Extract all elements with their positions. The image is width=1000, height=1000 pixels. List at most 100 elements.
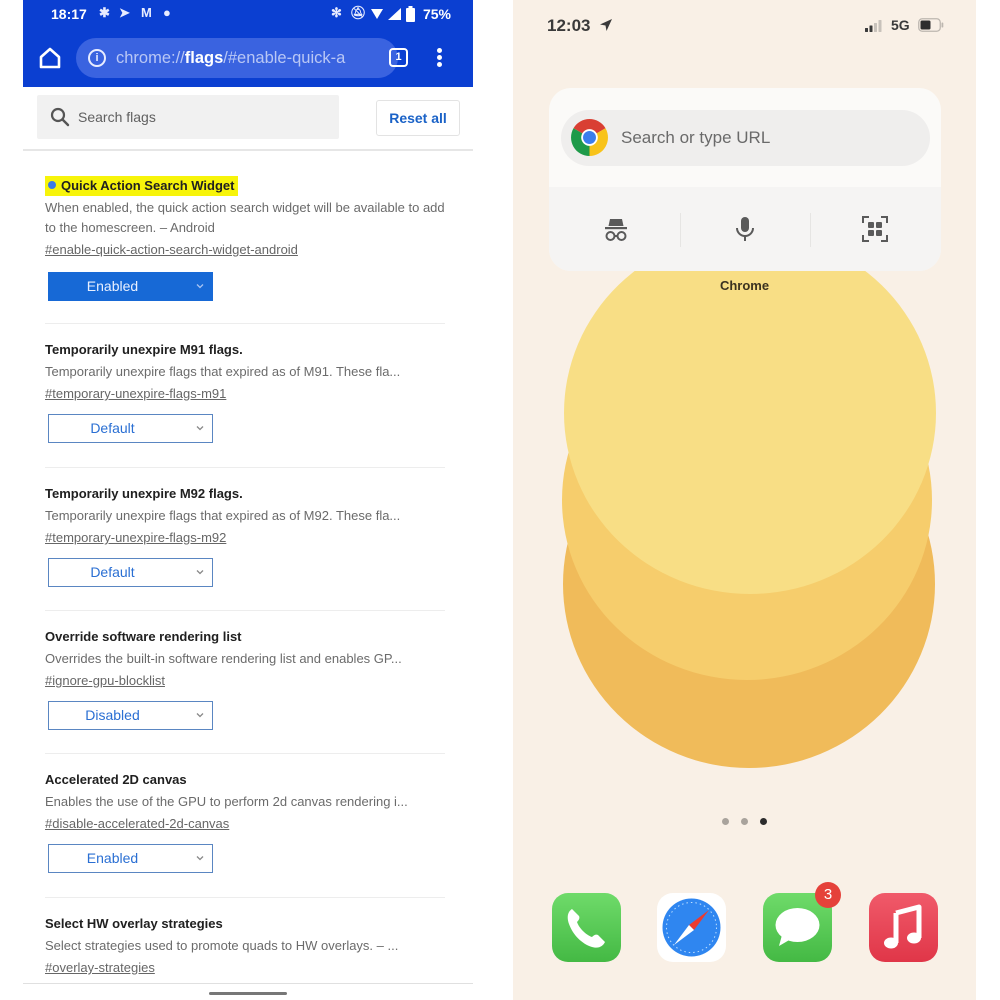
incognito-button[interactable] — [551, 187, 681, 271]
flag-title: Temporarily unexpire M92 flags. — [45, 486, 243, 501]
flag-title: Accelerated 2D canvas — [45, 772, 187, 787]
tab-switcher-button[interactable]: 1 — [389, 48, 408, 67]
network-type: 5G — [891, 17, 910, 33]
incognito-icon — [605, 219, 627, 241]
flag-title: Temporarily unexpire M91 flags. — [45, 342, 243, 357]
cell-signal-icon — [865, 20, 882, 32]
dock-app-phone[interactable] — [552, 893, 621, 962]
chevron-down-icon — [196, 856, 204, 861]
safari-icon — [662, 898, 721, 957]
flag-title: Select HW overlay strategies — [45, 916, 223, 931]
flag-link[interactable]: #temporary-unexpire-flags-m92 — [45, 528, 226, 548]
microphone-icon — [736, 217, 754, 241]
chrome-header: 18:17 ✱ ➤ M ● ✻ 🔕︎ 75% i chrome://flags/… — [23, 0, 473, 87]
flag-item: Temporarily unexpire M91 flags. Temporar… — [45, 340, 445, 443]
flag-item: Override software rendering list Overrid… — [45, 627, 445, 730]
music-icon — [884, 904, 922, 949]
flag-description: Select strategies used to promote quads … — [45, 938, 399, 953]
search-flags-input[interactable] — [78, 95, 328, 139]
divider — [45, 753, 445, 754]
flag-link[interactable]: #enable-quick-action-search-widget-andro… — [45, 240, 298, 260]
slack-icon: ✱ — [99, 5, 110, 20]
telegram-icon: ➤ — [119, 5, 130, 20]
chrome-toolbar: i chrome://flags/#enable-quick-a 1 — [23, 36, 473, 80]
wifi-icon — [371, 9, 383, 19]
flag-description: When enabled, the quick action search wi… — [45, 200, 445, 235]
football-icon: ● — [163, 5, 171, 20]
flag-select[interactable]: Enabled — [48, 272, 213, 301]
home-icon[interactable] — [37, 45, 63, 71]
chevron-down-icon — [196, 713, 204, 718]
android-chrome-flags-screen: 18:17 ✱ ➤ M ● ✻ 🔕︎ 75% i chrome://flags/… — [23, 0, 473, 1000]
dock-app-music[interactable] — [869, 893, 938, 962]
bluetooth-icon: ✻ — [331, 5, 342, 20]
battery-percent: 75% — [422, 6, 451, 22]
widget-search-placeholder: Search or type URL — [621, 128, 771, 147]
flag-select[interactable]: Default — [48, 558, 213, 587]
flag-link[interactable]: #overlay-strategies — [45, 958, 155, 978]
flag-select[interactable]: Default — [48, 414, 213, 443]
messages-badge: 3 — [815, 882, 841, 908]
ios-status-time: 12:03 — [547, 16, 591, 35]
screenshot-composite: 18:17 ✱ ➤ M ● ✻ 🔕︎ 75% i chrome://flags/… — [0, 0, 1000, 1000]
flag-item: Temporarily unexpire M92 flags. Temporar… — [45, 484, 445, 587]
flag-select[interactable]: Disabled — [48, 701, 213, 730]
chevron-down-icon — [196, 570, 204, 575]
flag-select[interactable]: Enabled — [48, 844, 213, 873]
url-scheme: chrome:// — [116, 49, 185, 67]
gesture-handle[interactable] — [209, 992, 287, 995]
info-icon[interactable]: i — [88, 49, 106, 67]
url-host: flags — [184, 49, 224, 67]
widget-actions — [549, 187, 941, 271]
page-indicator[interactable] — [722, 818, 782, 826]
modified-dot-icon — [48, 181, 56, 189]
chevron-down-icon — [196, 284, 204, 289]
widget-app-label: Chrome — [719, 278, 770, 293]
overflow-menu-icon[interactable] — [437, 48, 443, 68]
android-status-bar: 18:17 ✱ ➤ M ● ✻ 🔕︎ 75% — [23, 0, 473, 28]
qr-scanner-icon — [862, 216, 888, 242]
flag-title: Quick Action Search Widget — [45, 176, 238, 196]
flag-description: Overrides the built-in software renderin… — [45, 651, 402, 666]
search-flags-box[interactable] — [37, 95, 339, 139]
flag-title: Override software rendering list — [45, 629, 242, 644]
chrome-logo-icon — [571, 119, 608, 156]
dock-app-safari[interactable] — [657, 893, 726, 962]
reset-all-button[interactable]: Reset all — [376, 100, 460, 136]
divider — [45, 323, 445, 324]
divider — [45, 467, 445, 468]
flag-link[interactable]: #ignore-gpu-blocklist — [45, 671, 165, 691]
notifications-off-icon: 🔕︎ — [350, 5, 367, 20]
page-dot — [741, 818, 748, 825]
flag-description: Temporarily unexpire flags that expired … — [45, 364, 401, 379]
url-bar[interactable]: i chrome://flags/#enable-quick-a — [76, 38, 398, 78]
flag-link[interactable]: #temporary-unexpire-flags-m91 — [45, 384, 226, 404]
page-dot-current — [760, 818, 767, 825]
divider — [45, 610, 445, 611]
chrome-search-widget: Search or type URL — [549, 88, 941, 271]
gmail-icon: M — [141, 5, 152, 20]
flag-description: Temporarily unexpire flags that expired … — [45, 508, 401, 523]
battery-icon — [918, 18, 944, 32]
page-dot — [722, 818, 729, 825]
search-icon — [50, 107, 70, 127]
divider — [45, 897, 445, 898]
flag-item: Select HW overlay strategies Select stra… — [45, 914, 445, 978]
status-time: 18:17 — [51, 6, 87, 22]
flag-link[interactable]: #disable-accelerated-2d-canvas — [45, 814, 229, 834]
flag-item: Quick Action Search Widget When enabled,… — [45, 176, 445, 301]
voice-search-button[interactable] — [680, 187, 810, 271]
cell-signal-icon — [388, 8, 401, 20]
chevron-down-icon — [196, 426, 204, 431]
flag-description: Enables the use of the GPU to perform 2d… — [45, 794, 408, 809]
url-path: /#enable-quick-a — [223, 49, 346, 67]
android-nav-bar — [23, 983, 473, 1000]
qr-scanner-button[interactable] — [810, 187, 940, 271]
location-arrow-icon — [600, 19, 612, 31]
flags-search-row: Reset all — [23, 87, 473, 151]
phone-icon — [567, 909, 605, 948]
ios-home-screen: 12:03 5G Search or type URL Chrome 3 — [513, 0, 976, 1000]
battery-icon — [406, 6, 415, 22]
flag-item: Accelerated 2D canvas Enables the use of… — [45, 770, 445, 873]
widget-search-bar[interactable]: Search or type URL — [561, 110, 930, 166]
